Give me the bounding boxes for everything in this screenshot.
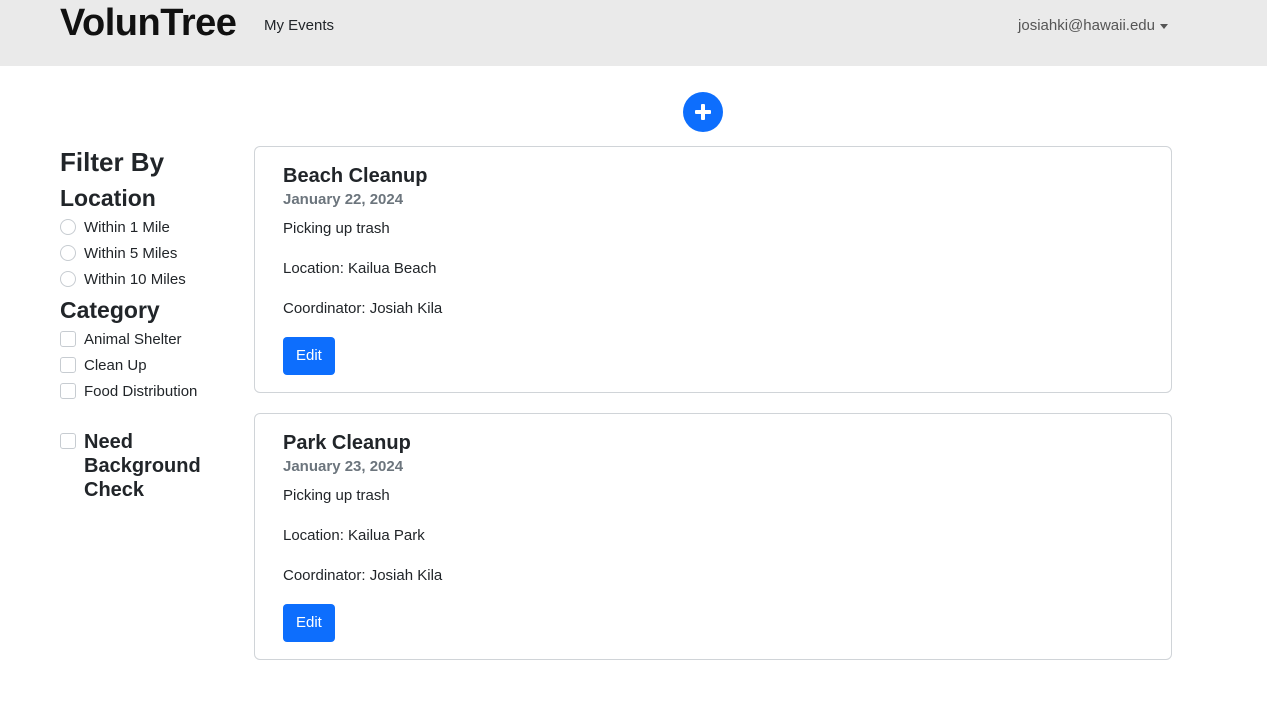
event-description: Picking up trash: [283, 487, 390, 504]
option-label: Clean Up: [84, 356, 147, 374]
caret-down-icon: [1160, 23, 1168, 29]
category-section-title: Category: [60, 297, 160, 323]
background-check-filter[interactable]: Need Background Check: [60, 430, 240, 502]
radio-button[interactable]: [60, 245, 76, 261]
brand-logo[interactable]: VolunTree: [60, 2, 237, 45]
filter-sidebar: Filter By Location Within 1 Mile Within …: [60, 142, 240, 502]
radio-button[interactable]: [60, 271, 76, 287]
user-menu-dropdown[interactable]: josiahki@hawaii.edu: [1018, 17, 1168, 34]
event-location: Location: Kailua Park: [283, 527, 425, 544]
category-option-clean-up[interactable]: Clean Up: [60, 352, 240, 378]
location-option-10-miles[interactable]: Within 10 Miles: [60, 266, 240, 292]
location-section-title: Location: [60, 185, 156, 211]
category-option-animal-shelter[interactable]: Animal Shelter: [60, 326, 240, 352]
option-label: Within 1 Mile: [84, 218, 170, 236]
filter-title: Filter By: [60, 147, 165, 177]
add-event-button[interactable]: [683, 92, 723, 132]
location-option-1-mile[interactable]: Within 1 Mile: [60, 214, 240, 240]
checkbox[interactable]: [60, 357, 76, 373]
radio-button[interactable]: [60, 219, 76, 235]
background-check-label: Need Background Check: [84, 431, 201, 501]
event-card: Beach Cleanup January 22, 2024 Picking u…: [254, 146, 1172, 393]
event-date: January 22, 2024: [283, 191, 404, 208]
edit-button[interactable]: Edit: [283, 337, 335, 375]
event-coordinator: Coordinator: Josiah Kila: [283, 300, 443, 317]
navbar: VolunTree My Events josiahki@hawaii.edu: [0, 0, 1267, 66]
event-coordinator: Coordinator: Josiah Kila: [283, 567, 443, 584]
event-location: Location: Kailua Beach: [283, 260, 437, 277]
option-label: Food Distribution: [84, 382, 198, 400]
category-option-food-distribution[interactable]: Food Distribution: [60, 378, 240, 404]
nav-link-my-events[interactable]: My Events: [264, 17, 334, 34]
option-label: Within 5 Miles: [84, 244, 178, 262]
checkbox[interactable]: [60, 383, 76, 399]
checkbox[interactable]: [60, 331, 76, 347]
event-description: Picking up trash: [283, 220, 390, 237]
user-email: josiahki@hawaii.edu: [1018, 17, 1155, 34]
event-title: Beach Cleanup: [283, 165, 428, 187]
checkbox[interactable]: [60, 433, 76, 449]
edit-button[interactable]: Edit: [283, 604, 335, 642]
option-label: Animal Shelter: [84, 330, 182, 348]
option-label: Within 10 Miles: [84, 270, 186, 288]
event-card: Park Cleanup January 23, 2024 Picking up…: [254, 413, 1172, 660]
event-title: Park Cleanup: [283, 432, 411, 454]
location-option-5-miles[interactable]: Within 5 Miles: [60, 240, 240, 266]
event-date: January 23, 2024: [283, 458, 404, 475]
